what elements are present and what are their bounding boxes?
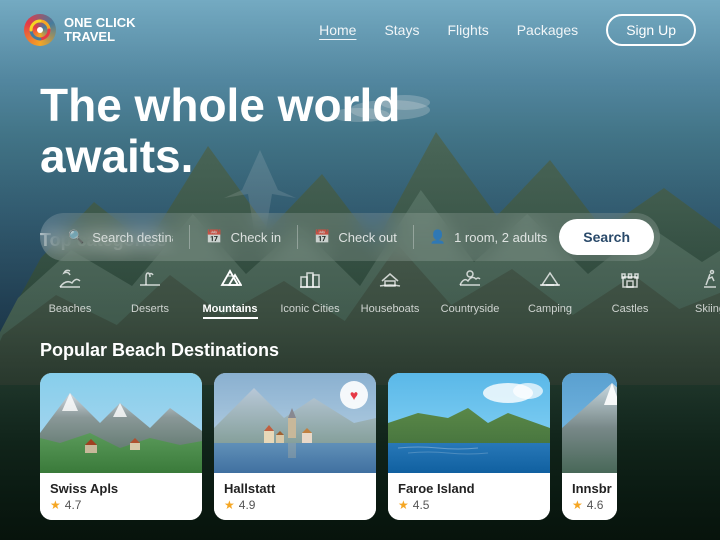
star-icon-hallstatt: ★ [224,498,235,512]
category-countryside[interactable]: Countryside [440,267,500,315]
faroe-scene [388,373,550,473]
logo-icon [24,14,56,46]
category-castles[interactable]: Castles [600,267,660,315]
nav-flights[interactable]: Flights [447,22,488,38]
camping-icon [538,267,562,297]
category-mountains[interactable]: Mountains [200,267,260,319]
hero-title: The whole world awaits. [40,80,420,181]
signup-button[interactable]: Sign Up [606,14,696,46]
card-swiss-alps: Swiss Apls ★ 4.7 [40,373,202,520]
skiing-icon [698,267,720,297]
logo-line1: ONE CLICK [64,16,136,30]
star-icon-faroe: ★ [398,498,409,512]
beach-section-title: Popular Beach Destinations [40,340,680,361]
rating-value-swiss: 4.7 [65,498,82,512]
card-rating-faroe: ★ 4.5 [398,498,540,512]
star-icon-innsbruck: ★ [572,498,583,512]
countryside-icon [458,267,482,297]
calendar-icon-checkout: 📅 [314,229,330,245]
deserts-label: Deserts [131,303,169,315]
card-name-swiss: Swiss Apls [50,481,192,496]
card-info-innsbruck: Innsbr ★ 4.6 [562,473,617,520]
destination-field[interactable]: 🔍 [56,223,185,251]
calendar-icon-checkin: 📅 [206,229,222,245]
categories-row: Beaches Deserts [40,267,680,319]
card-image-innsbruck [562,373,617,473]
card-image-faroe [388,373,550,473]
divider-2 [297,225,298,249]
beaches-icon [58,267,82,297]
castles-icon [618,267,642,297]
card-name-hallstatt: Hallstatt [224,481,366,496]
nav-stays[interactable]: Stays [384,22,419,38]
card-hallstatt: ♥ Hallstatt ★ 4.9 [214,373,376,520]
houseboats-label: Houseboats [361,303,420,315]
guests-label: 1 room, 2 adults [454,230,547,245]
destination-input[interactable] [92,230,173,245]
rating-value-innsbruck: 4.6 [587,498,604,512]
nav-home[interactable]: Home [319,22,356,38]
search-icon: 🔍 [68,229,84,245]
logo-text: ONE CLICK TRAVEL [64,16,136,45]
divider-1 [189,225,190,249]
heart-button-hallstatt[interactable]: ♥ [340,381,368,409]
category-camping[interactable]: Camping [520,267,580,315]
deserts-icon [138,267,162,297]
hero-section: ONE CLICK TRAVEL Home Stays Flights Pack… [0,0,720,540]
card-innsbruck: Innsbr ★ 4.6 [562,373,617,520]
rating-value-faroe: 4.5 [413,498,430,512]
checkout-label: Check out [338,230,397,245]
card-rating-hallstatt: ★ 4.9 [224,498,366,512]
card-image-swiss-alps [40,373,202,473]
cards-row: Swiss Apls ★ 4.7 [40,373,680,520]
card-name-innsbruck: Innsbr [572,481,607,496]
countryside-label: Countryside [441,303,500,315]
navbar: ONE CLICK TRAVEL Home Stays Flights Pack… [0,0,720,60]
card-name-faroe: Faroe Island [398,481,540,496]
divider-3 [413,225,414,249]
search-button[interactable]: Search [559,219,654,255]
mountains-icon [218,267,242,297]
card-rating-swiss: ★ 4.7 [50,498,192,512]
swiss-alps-scene [40,373,202,473]
category-houseboats[interactable]: Houseboats [360,267,420,315]
card-info-hallstatt: Hallstatt ★ 4.9 [214,473,376,520]
checkin-label: Check in [231,230,282,245]
castles-label: Castles [612,303,649,315]
innsbruck-scene [562,373,617,473]
category-beaches[interactable]: Beaches [40,267,100,315]
search-bar: 🔍 📅 Check in 📅 Check out 👤 1 room, 2 adu… [40,213,660,261]
camping-label: Camping [528,303,572,315]
logo-line2: TRAVEL [64,30,136,44]
rating-value-hallstatt: 4.9 [239,498,256,512]
nav-packages[interactable]: Packages [517,22,578,38]
cities-label: Iconic Cities [280,303,339,315]
cities-icon [298,267,322,297]
category-cities[interactable]: Iconic Cities [280,267,340,315]
card-info-faroe: Faroe Island ★ 4.5 [388,473,550,520]
person-icon: 👤 [430,229,446,245]
card-info-swiss: Swiss Apls ★ 4.7 [40,473,202,520]
star-icon-swiss: ★ [50,498,61,512]
category-skiing[interactable]: Skiing [680,267,720,315]
mountains-label: Mountains [203,303,258,319]
beach-section: Popular Beach Destinations [0,340,720,520]
checkout-field[interactable]: 📅 Check out [302,223,409,251]
beaches-label: Beaches [49,303,92,315]
houseboats-icon [378,267,402,297]
logo-svg [29,19,51,41]
card-rating-innsbruck: ★ 4.6 [572,498,607,512]
skiing-label: Skiing [695,303,720,315]
category-deserts[interactable]: Deserts [120,267,180,315]
card-faroe: Faroe Island ★ 4.5 [388,373,550,520]
checkin-field[interactable]: 📅 Check in [194,223,293,251]
logo[interactable]: ONE CLICK TRAVEL [24,14,136,46]
nav-links: Home Stays Flights Packages Sign Up [319,14,696,46]
guests-field[interactable]: 👤 1 room, 2 adults [418,223,559,251]
